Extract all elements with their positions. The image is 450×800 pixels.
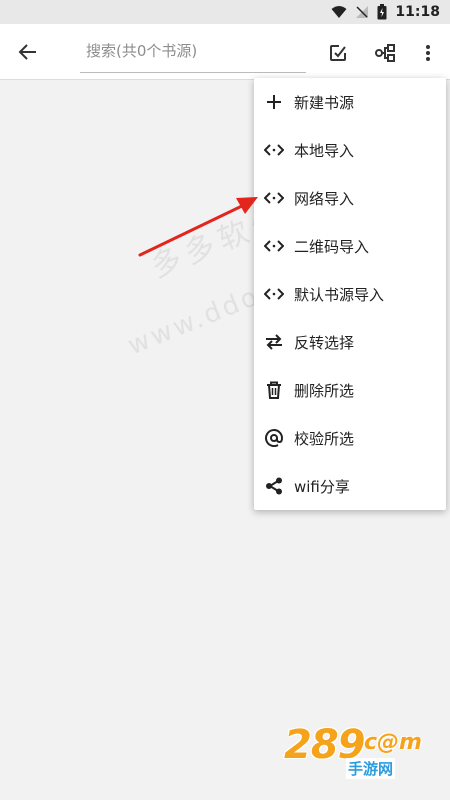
menu-item-wifi-share[interactable]: wifi分享 — [254, 462, 446, 510]
menu-item-local-import[interactable]: 本地导入 — [254, 126, 446, 174]
more-options-button[interactable] — [413, 38, 443, 68]
menu-item-label: 新建书源 — [294, 93, 355, 112]
battery-icon — [377, 4, 387, 20]
app-toolbar — [0, 24, 450, 80]
menu-item-label: 反转选择 — [294, 333, 355, 352]
select-all-button[interactable] — [323, 38, 353, 68]
menu-item-label: wifi分享 — [294, 477, 350, 496]
search-input[interactable] — [80, 34, 306, 68]
menu-item-label: 删除所选 — [294, 381, 355, 400]
swap-icon — [264, 332, 284, 352]
status-bar: 11:18 — [0, 0, 450, 24]
overflow-menu: 新建书源 本地导入 网络导入 二维码导入 默认书源导入 反转选择 删除所选 校验… — [254, 78, 446, 510]
group-button[interactable] — [371, 38, 401, 68]
arrow-left-icon — [18, 44, 36, 60]
menu-item-label: 网络导入 — [294, 189, 355, 208]
menu-item-label: 二维码导入 — [294, 237, 370, 256]
menu-item-new-source[interactable]: 新建书源 — [254, 78, 446, 126]
back-button[interactable] — [10, 36, 46, 68]
code-icon — [264, 236, 284, 256]
logo-subtitle: 手游网 — [346, 758, 396, 779]
more-vert-icon — [426, 45, 430, 61]
signal-off-icon — [355, 5, 369, 19]
checkbox-edit-icon — [330, 45, 346, 61]
wifi-icon — [331, 5, 347, 19]
menu-item-qrcode-import[interactable]: 二维码导入 — [254, 222, 446, 270]
at-icon — [264, 428, 284, 448]
logo-suffix: c@m — [364, 730, 422, 755]
menu-item-invert-selection[interactable]: 反转选择 — [254, 318, 446, 366]
menu-item-verify-selected[interactable]: 校验所选 — [254, 414, 446, 462]
code-icon — [264, 140, 284, 160]
code-icon — [264, 284, 284, 304]
group-icon — [375, 44, 395, 62]
search-box — [80, 34, 306, 73]
share-icon — [264, 476, 284, 496]
site-logo: 289 c@m 手游网 — [284, 722, 434, 788]
add-icon — [264, 92, 284, 112]
menu-item-delete-selected[interactable]: 删除所选 — [254, 366, 446, 414]
menu-item-label: 本地导入 — [294, 141, 355, 160]
menu-item-label: 校验所选 — [294, 429, 355, 448]
menu-item-network-import[interactable]: 网络导入 — [254, 174, 446, 222]
code-icon — [264, 188, 284, 208]
menu-item-default-import[interactable]: 默认书源导入 — [254, 270, 446, 318]
menu-item-label: 默认书源导入 — [294, 285, 385, 304]
trash-icon — [264, 380, 284, 400]
status-time: 11:18 — [395, 4, 440, 20]
